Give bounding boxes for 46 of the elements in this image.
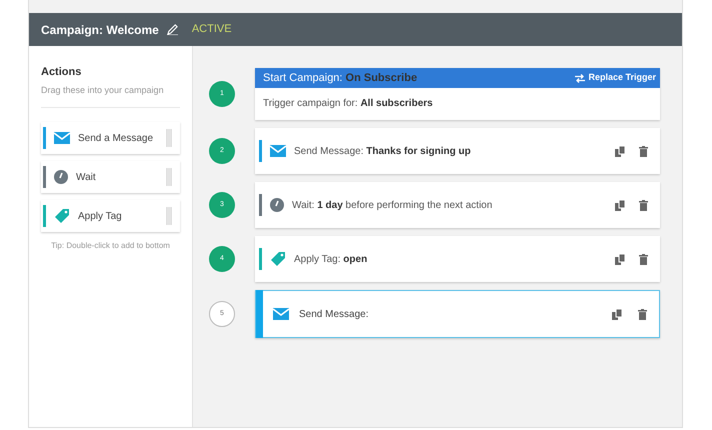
tag-icon <box>270 251 286 267</box>
tag-icon <box>54 208 70 224</box>
delete-button[interactable] <box>638 308 647 320</box>
action-item[interactable]: Apply Tag <box>41 200 180 232</box>
accent-bar <box>43 205 46 227</box>
tip-text: Tip: Double-click to add to bottom <box>50 240 171 252</box>
drag-handle-icon[interactable] <box>166 207 172 225</box>
accent-bar <box>259 194 262 216</box>
trigger-title: Start Campaign: On Subscribe <box>263 70 418 86</box>
copy-button[interactable] <box>614 200 626 210</box>
step-card[interactable]: Send Message: <box>255 290 660 338</box>
envelope-icon <box>270 145 286 157</box>
accent-bar <box>259 140 262 162</box>
trigger-text: Trigger campaign for: All subscribers <box>262 97 434 111</box>
swap-icon <box>575 74 586 82</box>
envelope-icon <box>54 132 70 144</box>
step-text: Send Message: <box>299 308 370 322</box>
drag-handle-icon[interactable] <box>166 168 172 186</box>
copy-button[interactable] <box>612 308 622 320</box>
accent-bar <box>43 166 46 188</box>
accent-bar <box>256 290 263 338</box>
copy-button[interactable] <box>614 146 626 156</box>
panel-title: Actions <box>41 65 82 80</box>
step-text: Apply Tag: open <box>294 252 368 266</box>
envelope-icon <box>273 308 289 320</box>
campaign-title: Campaign: Welcome <box>41 22 159 38</box>
copy-button[interactable] <box>614 254 626 264</box>
step-text: Wait: 1 day before performing the next action <box>292 198 494 212</box>
panel-subtitle: Drag these into your campaign <box>41 84 180 108</box>
step-card[interactable]: Apply Tag: open <box>255 236 660 282</box>
accent-bar <box>259 248 262 270</box>
step-card[interactable]: Send Message: Thanks for signing up <box>255 128 660 174</box>
replace-trigger-button[interactable]: Replace Trigger <box>575 71 656 85</box>
clock-icon <box>270 198 284 212</box>
delete-button[interactable] <box>639 254 648 264</box>
drag-handle-icon[interactable] <box>166 129 172 147</box>
accent-bar <box>43 127 46 149</box>
step-text: Send Message: Thanks for signing up <box>294 144 472 158</box>
step-card[interactable]: Wait: 1 day before performing the next action <box>255 182 660 228</box>
clock-icon <box>54 170 68 184</box>
action-item[interactable]: Send a Message <box>41 122 180 154</box>
delete-button[interactable] <box>639 200 648 210</box>
action-item[interactable]: Wait <box>41 161 180 193</box>
delete-button[interactable] <box>639 146 648 156</box>
pencil-icon[interactable] <box>166 24 178 35</box>
status-label: ACTIVE <box>192 22 232 38</box>
